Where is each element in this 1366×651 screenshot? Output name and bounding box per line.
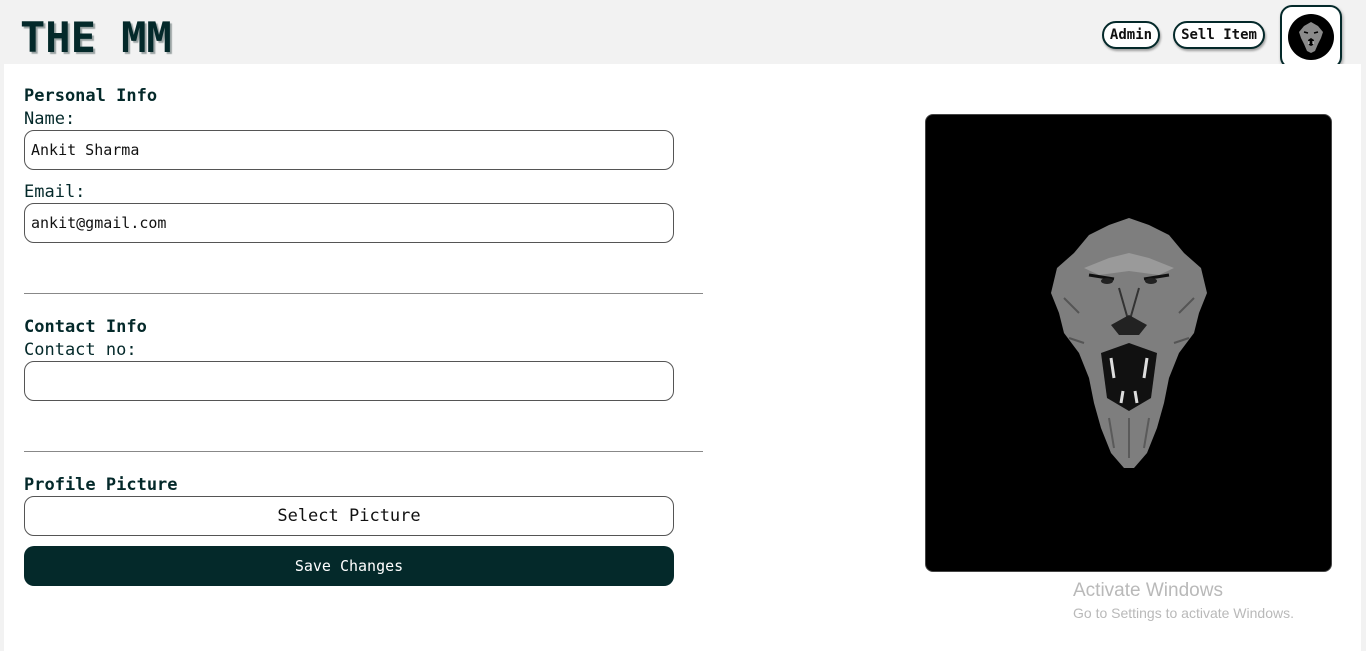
contact-number-label: Contact no: <box>24 340 137 360</box>
lion-avatar-icon <box>1299 22 1323 53</box>
profile-avatar-button[interactable] <box>1280 5 1342 69</box>
brand-logo-text[interactable]: THE MM <box>20 12 172 64</box>
admin-button[interactable]: Admin <box>1102 21 1160 49</box>
lion-face-illustration <box>1050 218 1207 468</box>
email-label: Email: <box>24 182 86 202</box>
name-input[interactable] <box>24 130 674 170</box>
profile-picture-preview <box>925 114 1332 572</box>
profile-picture-heading: Profile Picture <box>24 475 178 495</box>
save-changes-button[interactable]: Save Changes <box>24 546 674 586</box>
select-picture-button[interactable]: Select Picture <box>24 496 674 536</box>
sell-item-button[interactable]: Sell Item <box>1173 21 1265 49</box>
section-divider <box>24 293 703 294</box>
contact-info-heading: Contact Info <box>24 317 147 337</box>
top-bar: THE MM Admin Sell Item <box>0 0 1366 69</box>
activate-windows-title: Activate Windows <box>1073 580 1223 601</box>
contact-number-input[interactable] <box>24 361 674 401</box>
activate-windows-subtitle: Go to Settings to activate Windows. <box>1073 605 1294 621</box>
email-input[interactable] <box>24 203 674 243</box>
name-label: Name: <box>24 109 76 129</box>
personal-info-heading: Personal Info <box>24 86 158 106</box>
section-divider <box>24 451 703 452</box>
avatar <box>1288 14 1334 60</box>
